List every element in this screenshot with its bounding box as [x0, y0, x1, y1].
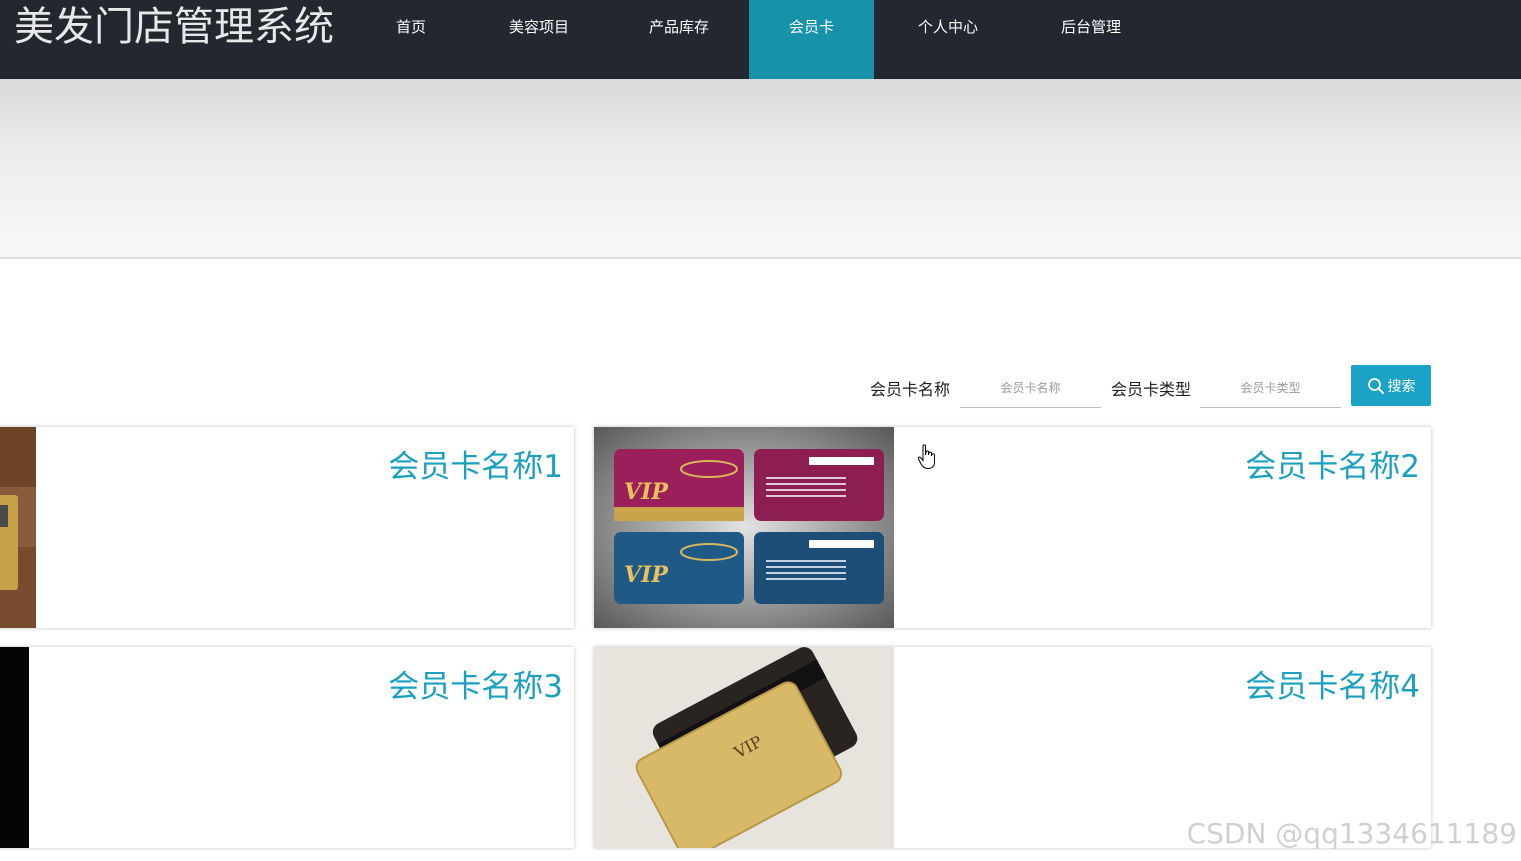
nav-item-admin[interactable]: 后台管理 — [1050, 0, 1132, 79]
member-card-item-1[interactable]: 会员卡名称1 — [0, 427, 574, 628]
hand-cursor-icon — [917, 444, 935, 470]
nav-item-product-inventory[interactable]: 产品库存 — [638, 0, 720, 79]
member-card-item-2[interactable]: VIP VIP 会员卡名称2 — [594, 427, 1431, 628]
site-title: 美发门店管理系统 — [14, 4, 334, 50]
nav-item-member-card[interactable]: 会员卡 — [749, 0, 874, 79]
card-image — [0, 647, 29, 848]
card-title: 会员卡名称3 — [388, 669, 563, 705]
card-title: 会员卡名称1 — [388, 449, 563, 485]
card-title: 会员卡名称4 — [1245, 669, 1420, 705]
card-name-label: 会员卡名称 — [870, 380, 951, 399]
card-type-label: 会员卡类型 — [1111, 380, 1192, 399]
search-button[interactable]: 搜索 — [1351, 365, 1431, 406]
card-type-input[interactable] — [1200, 368, 1341, 408]
banner — [0, 79, 1521, 259]
svg-text:VIP: VIP — [624, 562, 669, 588]
card-image: VIP VIP — [594, 427, 894, 628]
nav-item-home[interactable]: 首页 — [380, 0, 442, 79]
nav-item-beauty-projects[interactable]: 美容项目 — [498, 0, 580, 79]
card-image: VIP — [594, 647, 894, 848]
watermark-text: CSDN @qq1334611189 — [1186, 817, 1517, 850]
member-card-item-3[interactable]: 会员卡名称3 — [0, 647, 574, 848]
card-name-input[interactable] — [960, 368, 1101, 408]
svg-text:VIP: VIP — [624, 479, 669, 505]
search-button-label: 搜索 — [1387, 378, 1416, 395]
nav-item-personal-center[interactable]: 个人中心 — [907, 0, 989, 79]
search-icon — [1367, 377, 1384, 394]
card-title: 会员卡名称2 — [1245, 449, 1420, 485]
top-navbar: 美发门店管理系统 首页 美容项目 产品库存 会员卡 个人中心 后台管理 — [0, 0, 1521, 79]
card-image — [0, 427, 36, 628]
